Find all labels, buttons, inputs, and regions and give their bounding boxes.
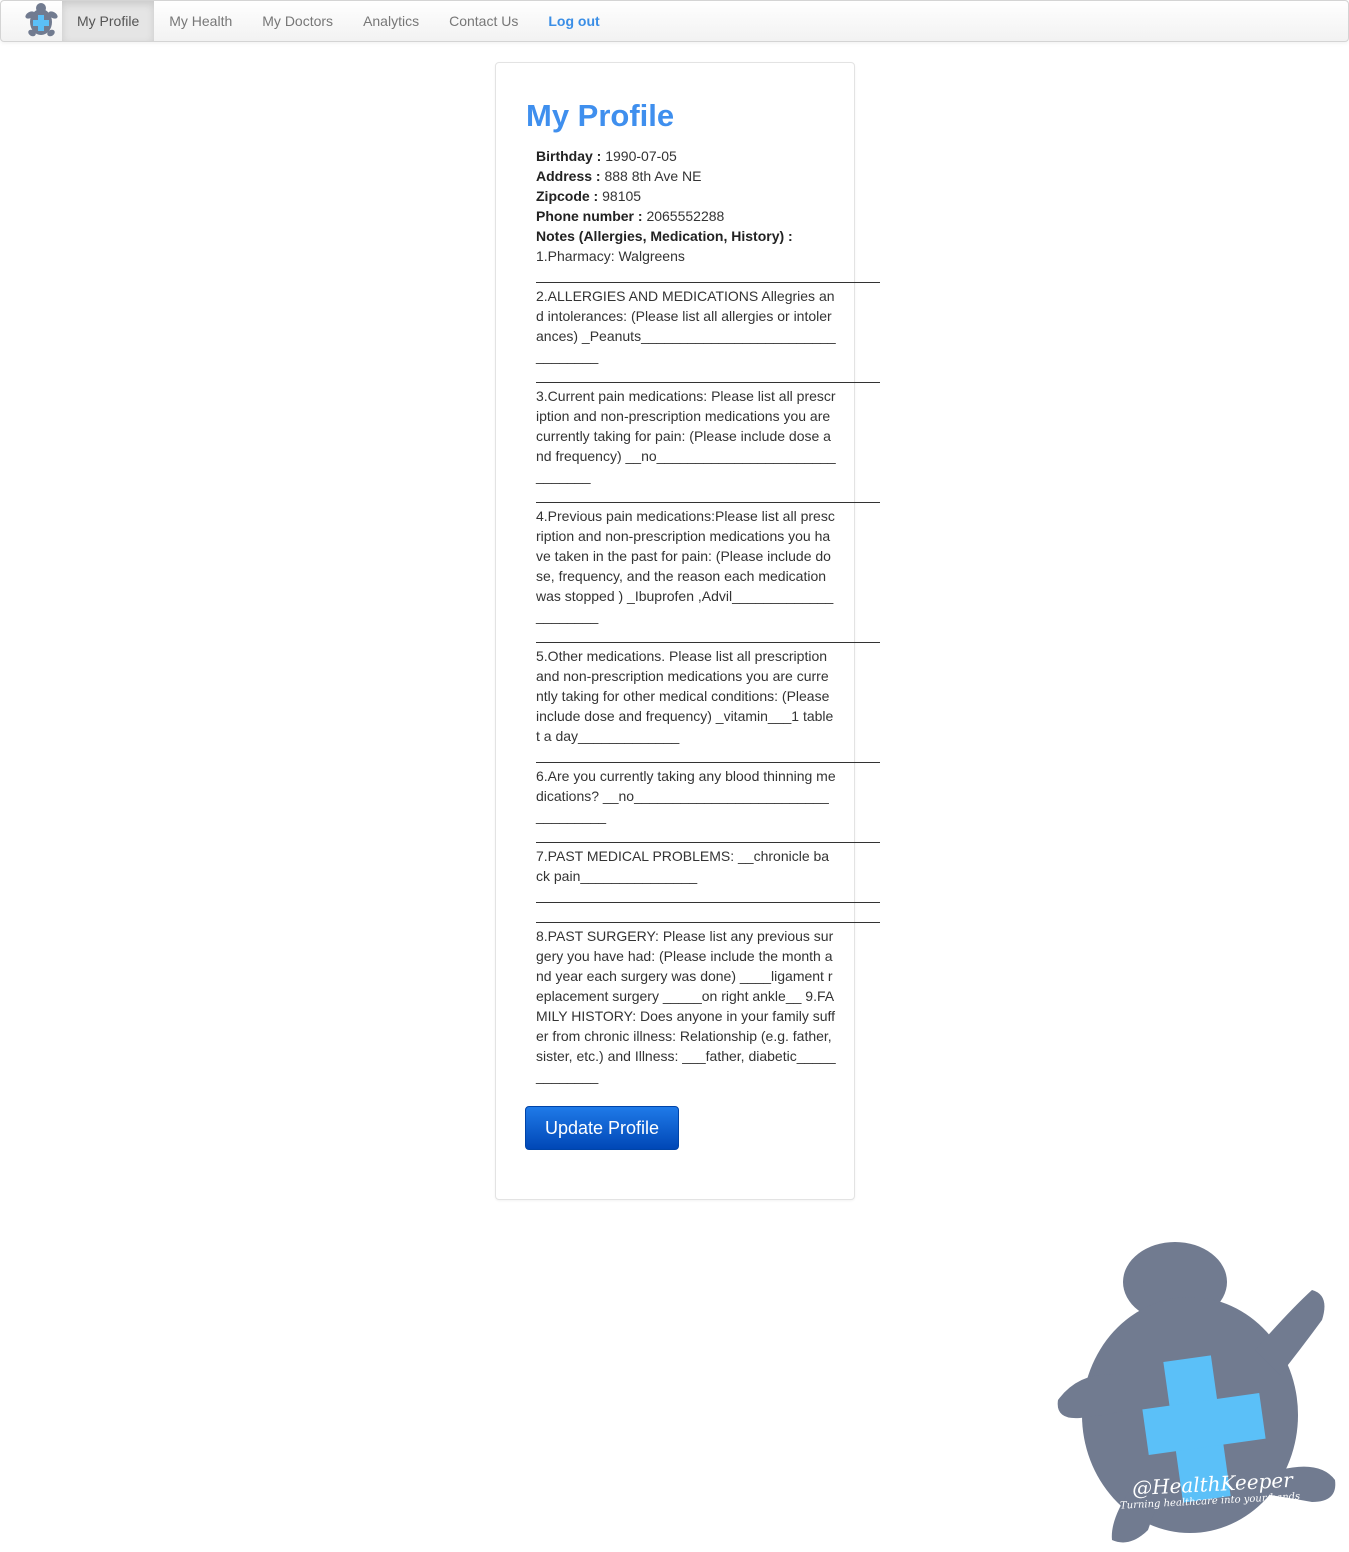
note-divider: [536, 906, 880, 926]
nav-log-out[interactable]: Log out: [533, 1, 614, 41]
note-divider: [536, 266, 880, 286]
zipcode-value: 98105: [602, 188, 642, 204]
note-divider: [536, 886, 880, 906]
address-row: Address : 888 8th Ave NE: [536, 166, 836, 186]
zipcode-label: Zipcode :: [536, 188, 599, 204]
notes-label: Notes (Allergies, Medication, History) :: [536, 226, 836, 246]
note-item: 7.PAST MEDICAL PROBLEMS: __chronicle bac…: [536, 848, 830, 884]
phone-label: Phone number :: [536, 208, 643, 224]
birthday-label: Birthday :: [536, 148, 602, 164]
address-value: 888 8th Ave NE: [604, 168, 702, 184]
note-item: 6.Are you currently taking any blood thi…: [536, 768, 836, 824]
nav-my-health[interactable]: My Health: [154, 1, 247, 41]
profile-details: Birthday : 1990-07-05 Address : 888 8th …: [536, 146, 880, 1086]
top-navbar: My Profile My Health My Doctors Analytic…: [0, 0, 1349, 42]
address-label: Address :: [536, 168, 601, 184]
birthday-row: Birthday : 1990-07-05: [536, 146, 836, 166]
turtle-logo-icon[interactable]: [21, 1, 61, 41]
zipcode-row: Zipcode : 98105: [536, 186, 836, 206]
note-divider: [536, 626, 880, 646]
phone-value: 2065552288: [646, 208, 725, 224]
update-profile-button[interactable]: Update Profile: [525, 1106, 679, 1150]
notes-label-text: Notes (Allergies, Medication, History) :: [536, 228, 793, 244]
note-item: 3.Current pain medications: Please list …: [536, 388, 836, 484]
page-title: My Profile: [526, 98, 675, 133]
note-item: 4.Previous pain medications:Please list …: [536, 508, 835, 624]
note-divider: [536, 486, 880, 506]
note-item: 2.ALLERGIES AND MEDICATIONS Allegries an…: [536, 288, 836, 364]
note-divider: [536, 826, 880, 846]
note-item: 5.Other medications. Please list all pre…: [536, 648, 834, 744]
note-item: 1.Pharmacy: Walgreens: [536, 248, 685, 264]
nav-my-doctors[interactable]: My Doctors: [247, 1, 348, 41]
profile-card: My Profile Birthday : 1990-07-05 Address…: [495, 62, 880, 1200]
healthkeeper-turtle-icon: @HealthKeeper Turning healthcare into yo…: [1050, 1240, 1345, 1547]
note-item: 8.PAST SURGERY: Please list any previous…: [536, 928, 836, 1084]
birthday-value: 1990-07-05: [605, 148, 677, 164]
note-divider: [536, 746, 880, 766]
nav-my-profile[interactable]: My Profile: [62, 1, 155, 41]
note-divider: [536, 366, 880, 386]
nav-contact-us[interactable]: Contact Us: [434, 1, 533, 41]
nav-menu: My Profile My Health My Doctors Analytic…: [62, 1, 615, 41]
phone-row: Phone number : 2065552288: [536, 206, 836, 226]
nav-analytics[interactable]: Analytics: [348, 1, 434, 41]
